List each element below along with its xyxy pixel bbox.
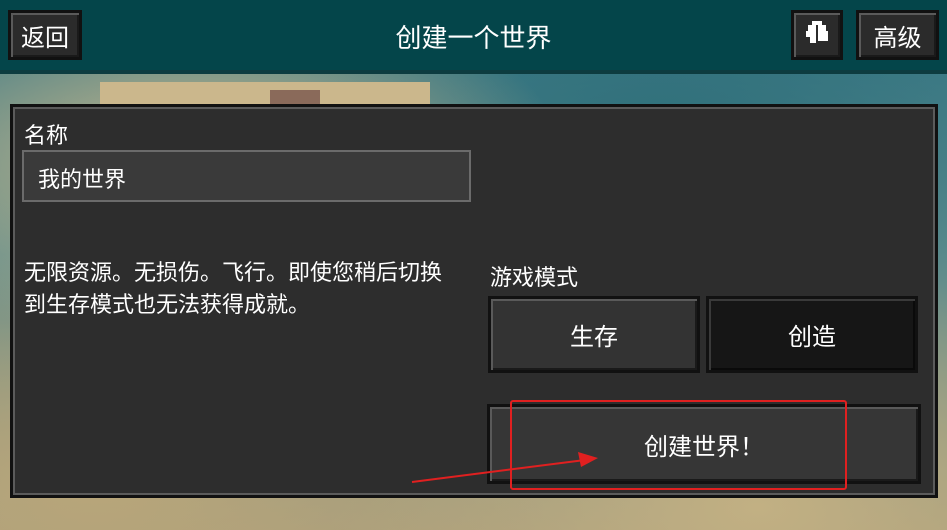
annotation-arrow-icon: [411, 452, 598, 483]
